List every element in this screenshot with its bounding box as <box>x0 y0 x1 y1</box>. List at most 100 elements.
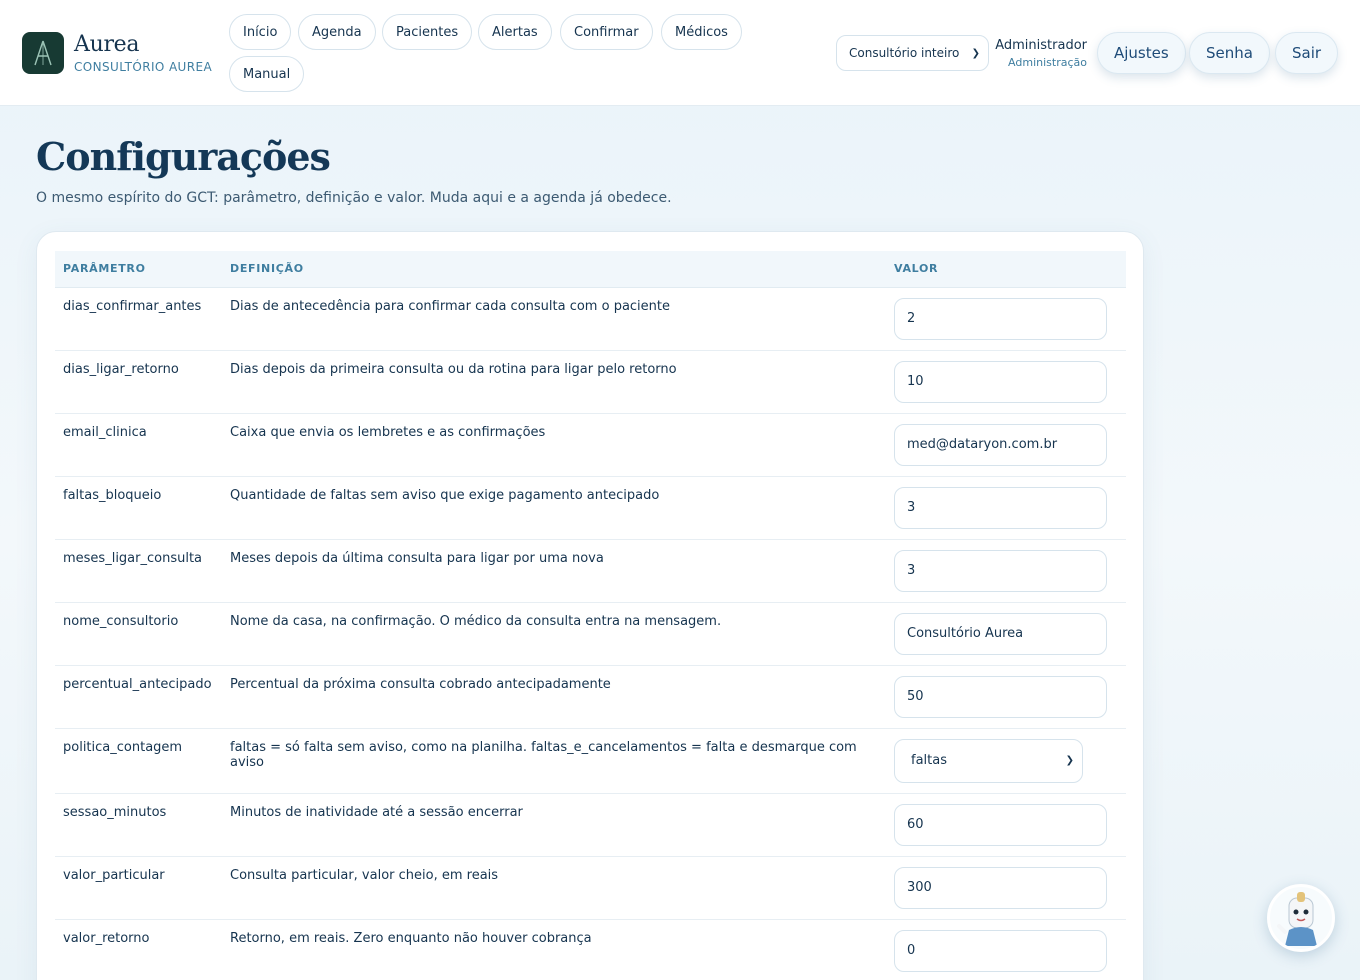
value-text: 2 <box>907 311 916 326</box>
param-definition: Nome da casa, na confirmação. O médico d… <box>222 602 886 666</box>
table-row: faltas_bloqueio Quantidade de faltas sem… <box>55 476 1126 540</box>
value-cell: faltas ❯ <box>886 728 1126 794</box>
value-text: 3 <box>907 500 916 515</box>
param-name: dias_ligar_retorno <box>55 350 222 414</box>
assistant-mascot-icon <box>1277 892 1317 946</box>
value-cell: 3 <box>886 476 1126 540</box>
header-param: PARÂMETRO <box>55 251 222 288</box>
nav-confirmar[interactable]: Confirmar <box>560 14 653 50</box>
param-definition: Dias de antecedência para confirmar cada… <box>222 287 886 351</box>
nav-manual[interactable]: Manual <box>229 56 305 92</box>
brand-subtitle: CONSULTÓRIO AUREA <box>74 60 213 74</box>
table-row: percentual_antecipado Percentual da próx… <box>55 665 1126 729</box>
logout-button-label: Sair <box>1292 44 1322 62</box>
table-header-row: PARÂMETRO DEFINIÇÃO VALOR <box>55 251 1126 288</box>
value-cell: 0 <box>886 919 1126 980</box>
value-input[interactable]: 300 <box>894 866 1107 909</box>
param-name: faltas_bloqueio <box>55 476 222 540</box>
table-row: dias_ligar_retorno Dias depois da primei… <box>55 350 1126 414</box>
value-text: med@dataryon.com.br <box>907 437 1058 452</box>
value-cell: 3 <box>886 539 1126 603</box>
value-input[interactable]: 3 <box>894 549 1107 592</box>
value-text: 50 <box>907 689 924 704</box>
nav-label: Agenda <box>312 24 362 40</box>
value-input[interactable]: med@dataryon.com.br <box>894 423 1107 466</box>
param-definition: Meses depois da última consulta para lig… <box>222 539 886 603</box>
nav-label: Alertas <box>492 24 538 40</box>
chevron-down-icon: ❯ <box>971 47 980 59</box>
header-definition: DEFINIÇÃO <box>222 251 886 288</box>
top-bar: Aurea CONSULTÓRIO AUREA Início Agenda Pa… <box>0 0 1360 106</box>
chevron-down-icon: ❯ <box>1065 755 1074 766</box>
value-cell: Consultório Aurea <box>886 602 1126 666</box>
value-input[interactable]: 2 <box>894 297 1107 340</box>
value-text: Consultório Aurea <box>907 626 1024 641</box>
header-value: VALOR <box>886 251 1126 288</box>
param-definition: faltas = só falta sem aviso, como na pla… <box>222 728 886 794</box>
param-name: percentual_antecipado <box>55 665 222 729</box>
value-input[interactable]: 50 <box>894 675 1107 718</box>
param-definition: Caixa que envia os lembretes e as confir… <box>222 413 886 477</box>
user-name: Administrador <box>995 38 1087 53</box>
logout-button[interactable]: Sair <box>1275 32 1339 74</box>
param-name: valor_particular <box>55 856 222 920</box>
nav-agenda[interactable]: Agenda <box>298 14 376 50</box>
param-definition: Quantidade de faltas sem aviso que exige… <box>222 476 886 540</box>
table-row: dias_confirmar_antes Dias de antecedênci… <box>55 287 1126 351</box>
assistant-avatar-button[interactable] <box>1267 884 1335 952</box>
param-name: meses_ligar_consulta <box>55 539 222 603</box>
nav-inicio[interactable]: Início <box>229 14 292 50</box>
nav-label: Início <box>243 24 278 40</box>
table-row: sessao_minutos Minutos de inatividade at… <box>55 793 1126 857</box>
table-row: valor_particular Consulta particular, va… <box>55 856 1126 920</box>
param-definition: Retorno, em reais. Zero enquanto não hou… <box>222 919 886 980</box>
value-input[interactable]: 10 <box>894 360 1107 403</box>
scope-select[interactable]: Consultório inteiro ❯ <box>836 35 989 71</box>
value-text: 10 <box>907 374 924 389</box>
table-row: politica_contagem faltas = só falta sem … <box>55 728 1126 794</box>
param-definition: Dias depois da primeira consulta ou da r… <box>222 350 886 414</box>
table-row: valor_retorno Retorno, em reais. Zero en… <box>55 919 1126 980</box>
value-input[interactable]: 60 <box>894 803 1107 846</box>
scope-selected-value: Consultório inteiro <box>849 46 960 60</box>
password-button[interactable]: Senha <box>1189 32 1270 74</box>
brand-name: Aurea <box>74 32 140 57</box>
value-cell: 300 <box>886 856 1126 920</box>
value-cell: 50 <box>886 665 1126 729</box>
password-button-label: Senha <box>1206 44 1253 62</box>
param-definition: Consulta particular, valor cheio, em rea… <box>222 856 886 920</box>
nav-label: Confirmar <box>574 24 639 40</box>
value-select[interactable]: faltas ❯ <box>894 738 1083 783</box>
value-input[interactable]: Consultório Aurea <box>894 612 1107 655</box>
value-cell: med@dataryon.com.br <box>886 413 1126 477</box>
settings-button[interactable]: Ajustes <box>1097 32 1186 74</box>
nav-label: Pacientes <box>396 24 459 40</box>
nav-label: Manual <box>243 66 291 82</box>
settings-button-label: Ajustes <box>1114 44 1169 62</box>
value-cell: 10 <box>886 350 1126 414</box>
nav-label: Médicos <box>675 24 728 40</box>
value-text: 60 <box>907 817 924 832</box>
param-definition: Percentual da próxima consulta cobrado a… <box>222 665 886 729</box>
value-cell: 2 <box>886 287 1126 351</box>
value-select-text: faltas <box>911 753 947 768</box>
value-input[interactable]: 0 <box>894 929 1107 972</box>
param-name: valor_retorno <box>55 919 222 980</box>
user-role: Administração <box>1008 56 1087 69</box>
brand-logo-icon <box>22 32 64 74</box>
table-row: email_clinica Caixa que envia os lembret… <box>55 413 1126 477</box>
value-text: 0 <box>907 943 916 958</box>
nav-alertas[interactable]: Alertas <box>478 14 552 50</box>
table-row: nome_consultorio Nome da casa, na confir… <box>55 602 1126 666</box>
param-name: sessao_minutos <box>55 793 222 857</box>
page-title: Configurações <box>36 134 331 179</box>
value-input[interactable]: 3 <box>894 486 1107 529</box>
param-name: nome_consultorio <box>55 602 222 666</box>
value-text: 3 <box>907 563 916 578</box>
page-subtitle: O mesmo espírito do GCT: parâmetro, defi… <box>36 190 672 206</box>
param-name: email_clinica <box>55 413 222 477</box>
nav-pacientes[interactable]: Pacientes <box>382 14 473 50</box>
nav-medicos[interactable]: Médicos <box>661 14 742 50</box>
value-cell: 60 <box>886 793 1126 857</box>
param-name: dias_confirmar_antes <box>55 287 222 351</box>
